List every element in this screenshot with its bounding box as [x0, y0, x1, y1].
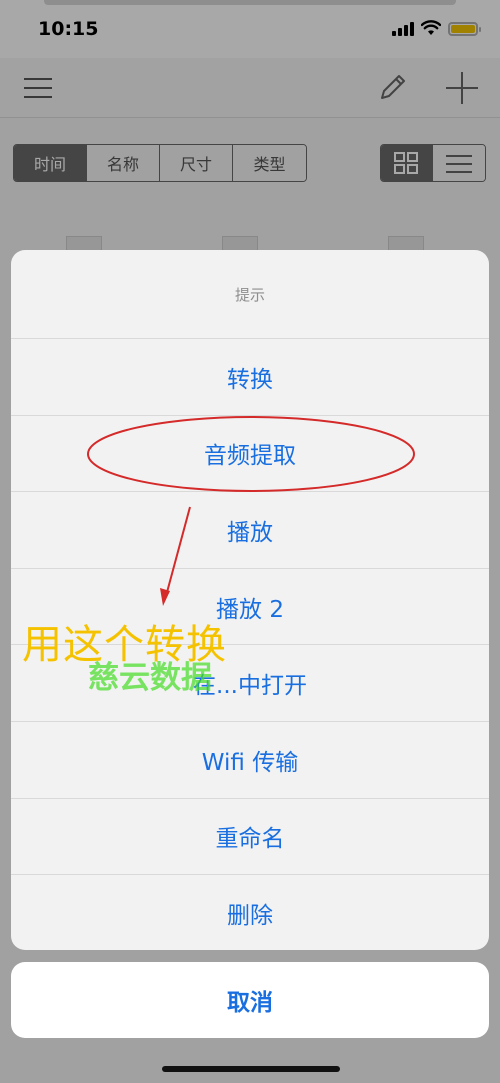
action-rename[interactable]: 重命名 — [11, 799, 489, 876]
action-delete[interactable]: 删除 — [11, 875, 489, 950]
action-wifi-transfer[interactable]: Wifi 传输 — [11, 722, 489, 799]
action-sheet-title: 提示 — [11, 250, 489, 339]
home-indicator — [162, 1066, 340, 1072]
action-sheet: 提示 转换 音频提取 播放 播放 2 在...中打开 Wifi 传输 重命名 删… — [11, 250, 489, 950]
cancel-button[interactable]: 取消 — [11, 962, 489, 1038]
action-play[interactable]: 播放 — [11, 492, 489, 569]
watermark-text: 慈云数据 — [88, 660, 212, 696]
action-extract-audio[interactable]: 音频提取 — [11, 416, 489, 493]
action-convert[interactable]: 转换 — [11, 339, 489, 416]
